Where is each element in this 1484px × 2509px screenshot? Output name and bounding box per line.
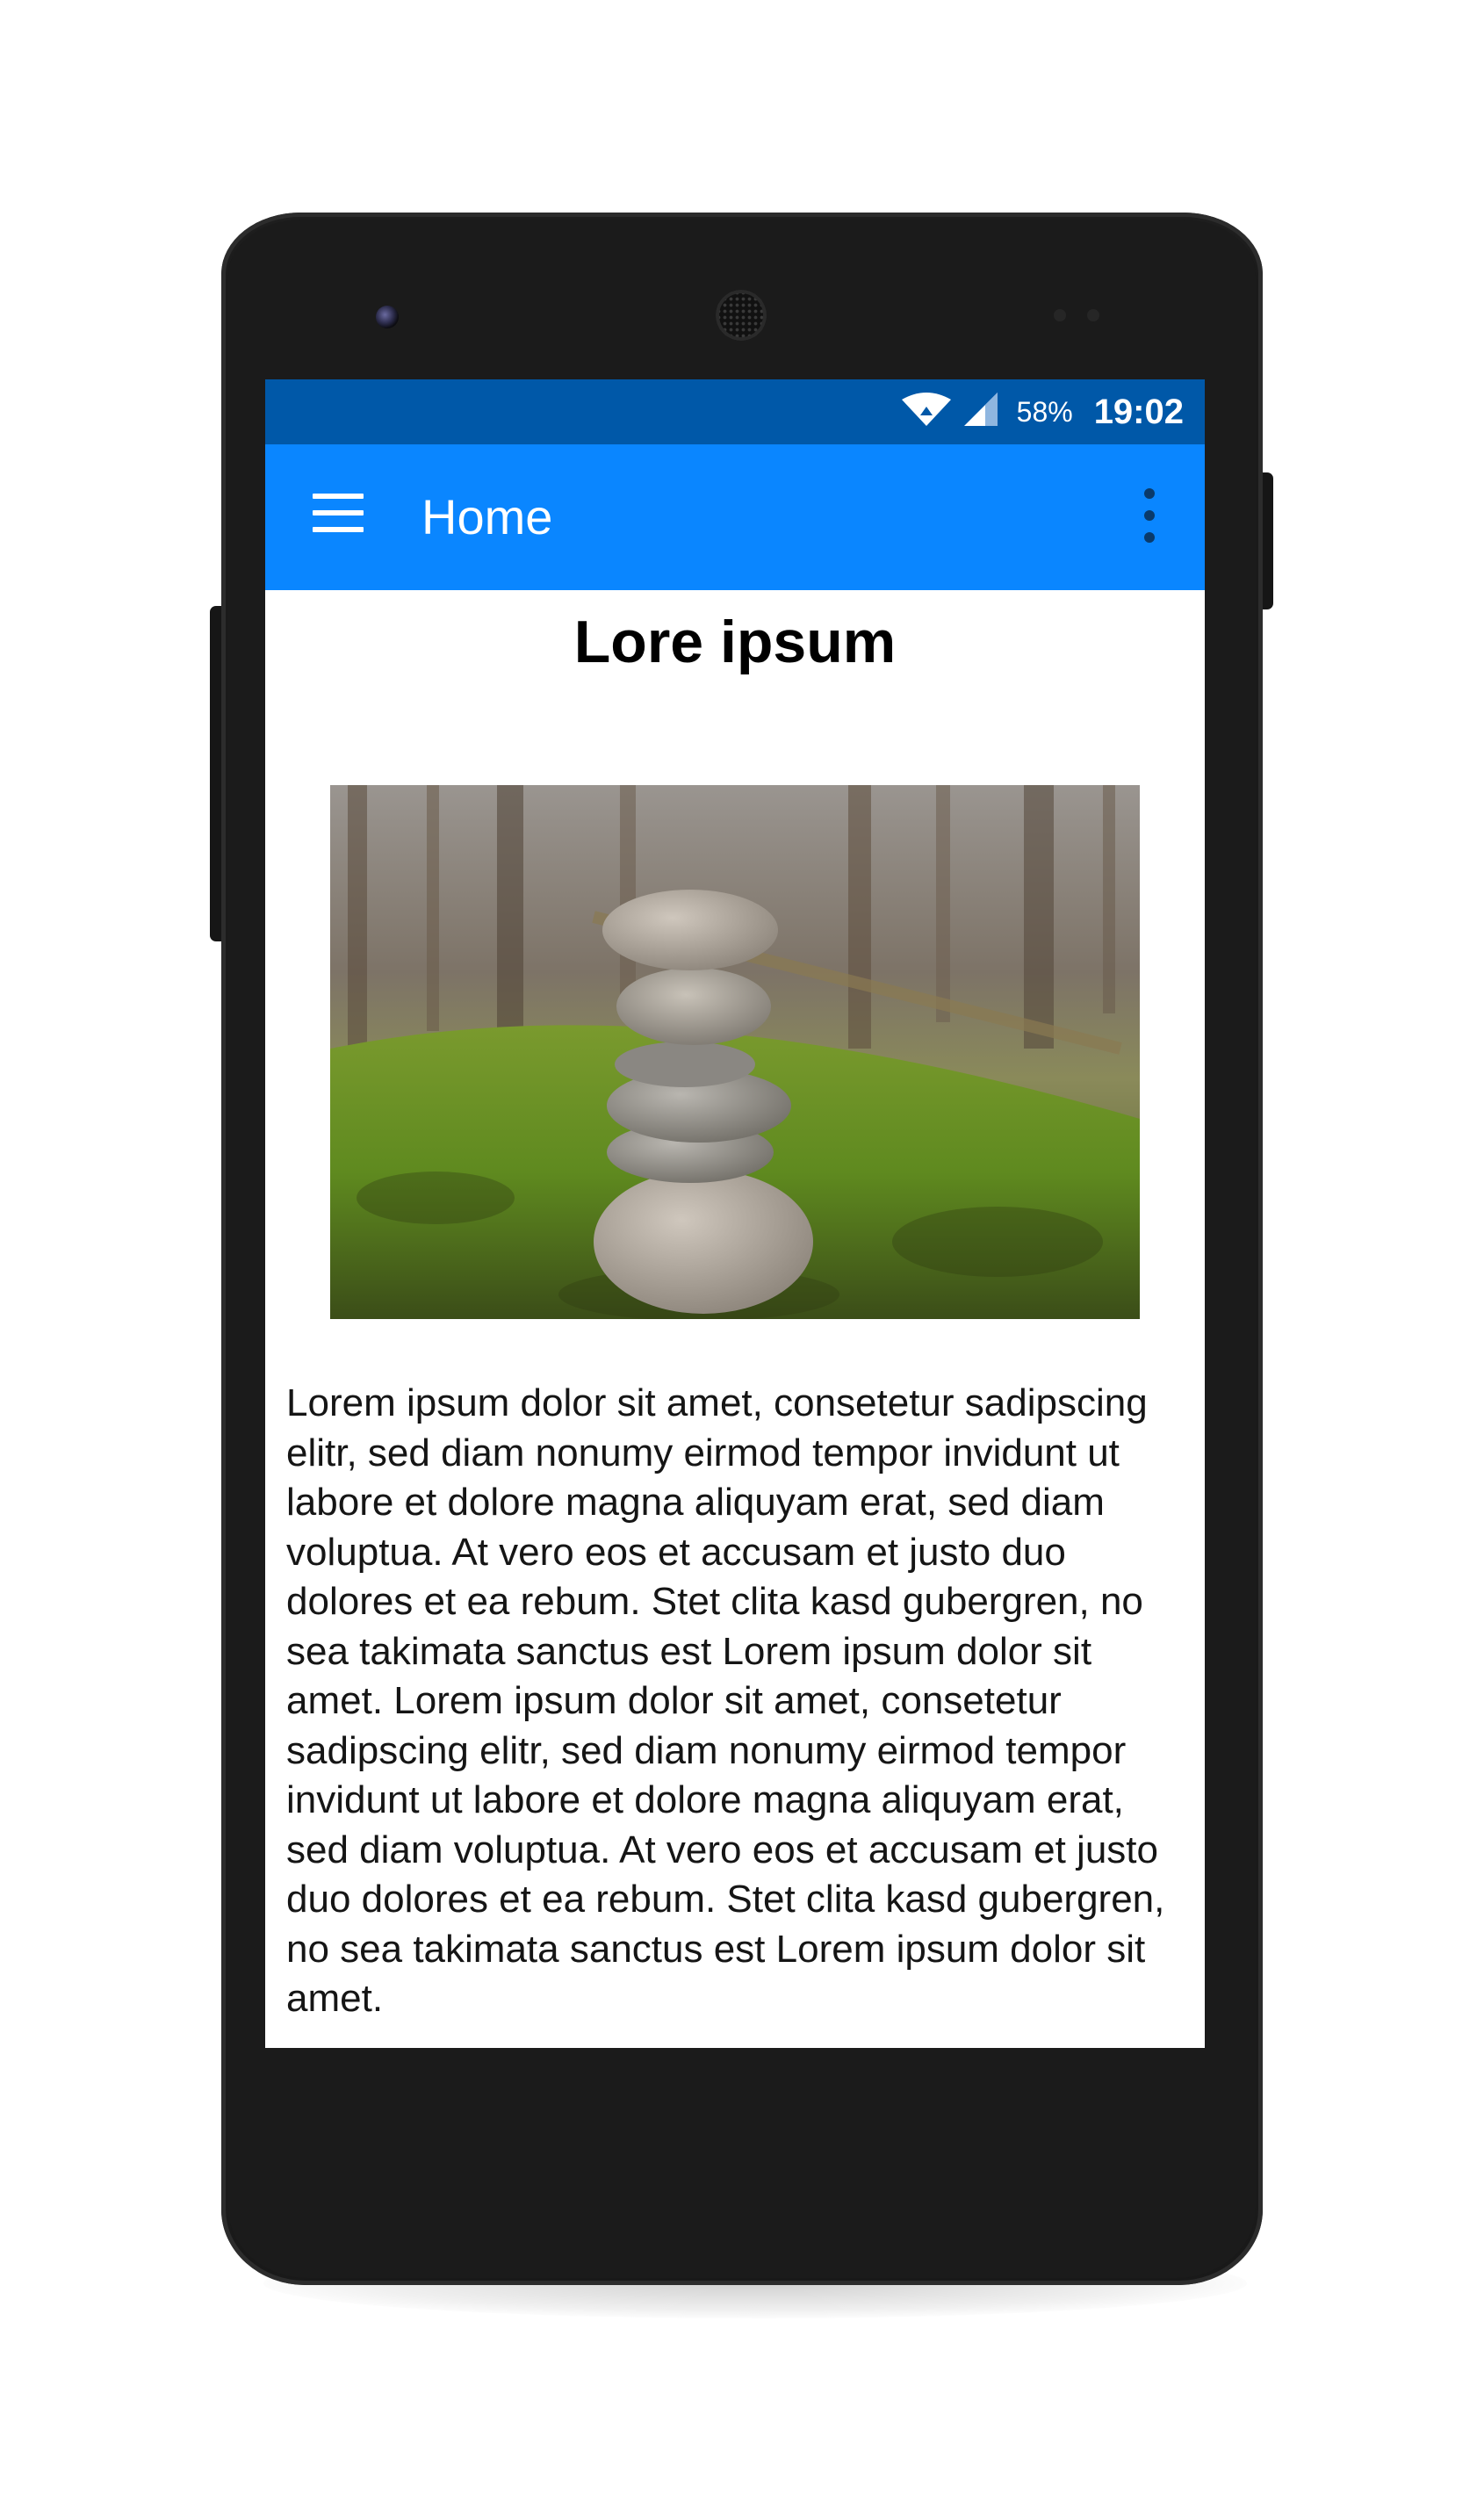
page-heading: Lore ipsum	[573, 609, 897, 675]
app-bar: Home	[265, 444, 1205, 590]
stacked-stones-image	[330, 785, 1140, 1319]
front-camera	[376, 306, 399, 328]
cellular-signal-icon	[963, 392, 999, 432]
volume-button	[210, 606, 222, 941]
body-paragraph: Lorem ipsum dolor sit amet, consetetur s…	[286, 1381, 1165, 2020]
status-bar: 58% 19:02	[265, 379, 1205, 444]
app-screen: 58% 19:02 Home Lore ipsum Lorem ipsum do…	[265, 379, 1205, 2048]
app-bar-title: Home	[421, 489, 553, 544]
proximity-sensor	[1054, 309, 1066, 321]
earpiece-speaker	[716, 290, 767, 341]
content-area: Lore ipsum Lorem ipsum dolor sit amet, c…	[265, 590, 1205, 2048]
menu-icon[interactable]	[313, 494, 364, 532]
status-indicators: 58% 19:02	[901, 379, 1184, 444]
overflow-menu-icon[interactable]	[1136, 485, 1163, 546]
battery-percentage: 58%	[1016, 395, 1073, 428]
power-button	[1261, 472, 1273, 609]
status-clock: 19:02	[1093, 392, 1184, 431]
wifi-icon	[901, 392, 952, 432]
light-sensor	[1087, 309, 1099, 321]
